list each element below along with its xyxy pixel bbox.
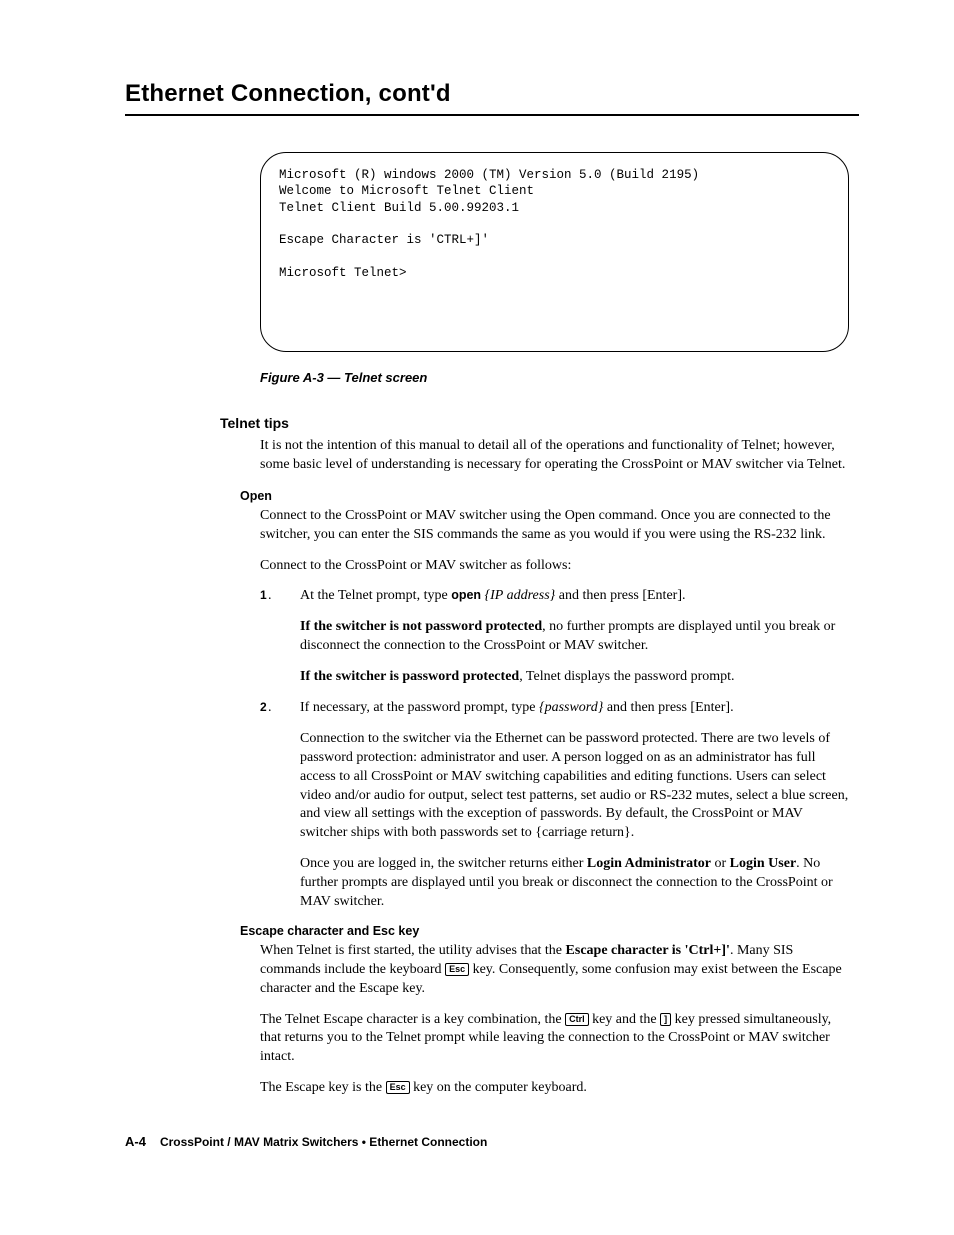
emphasis: If the switcher is not password protecte… — [300, 619, 542, 634]
telnet-line: Microsoft (R) windows 2000 (TM) Version … — [279, 168, 699, 182]
text-run: If necessary, at the password prompt, ty… — [300, 700, 539, 715]
steps-list: At the Telnet prompt, type open {IP addr… — [260, 587, 849, 911]
telnet-line: Escape Character is 'CTRL+]' — [279, 233, 489, 247]
footer-text: CrossPoint / MAV Matrix Switchers • Ethe… — [160, 1135, 487, 1149]
subheading-open: Open — [240, 489, 859, 503]
telnet-screenshot: Microsoft (R) windows 2000 (TM) Version … — [260, 152, 849, 352]
telnet-line: Microsoft Telnet> — [279, 266, 407, 280]
document-page: Ethernet Connection, cont'd Microsoft (R… — [0, 0, 954, 1209]
keycap-bracket-icon: ] — [660, 1013, 671, 1026]
telnet-line: Welcome to Microsoft Telnet Client — [279, 184, 534, 198]
command-arg: {password} — [539, 700, 603, 715]
step-text: Once you are logged in, the switcher ret… — [300, 855, 849, 912]
paragraph: The Telnet Escape character is a key com… — [260, 1011, 849, 1068]
keycap-esc-icon: Esc — [386, 1081, 410, 1094]
emphasis: If the switcher is password protected — [300, 669, 519, 684]
emphasis: Login User — [730, 856, 797, 871]
chapter-title: Ethernet Connection, cont'd — [125, 80, 859, 108]
page-number: A-4 — [125, 1134, 146, 1149]
step-text: If the switcher is password protected, T… — [300, 668, 849, 687]
text-run: The Escape key is the — [260, 1080, 386, 1095]
section-heading-telnet-tips: Telnet tips — [220, 415, 859, 431]
text-run: key and the — [589, 1012, 661, 1027]
chapter-rule — [125, 114, 859, 116]
paragraph: Connect to the CrossPoint or MAV switche… — [260, 507, 849, 545]
paragraph: The Escape key is the Esc key on the com… — [260, 1079, 849, 1098]
text-run: or — [711, 856, 730, 871]
step-text: Connection to the switcher via the Ether… — [300, 730, 849, 843]
step-text: If the switcher is not password protecte… — [300, 618, 849, 656]
text-run: At the Telnet prompt, type — [300, 588, 451, 603]
text-run: When Telnet is first started, the utilit… — [260, 943, 566, 958]
keycap-ctrl-icon: Ctrl — [565, 1013, 589, 1026]
paragraph: It is not the intention of this manual t… — [260, 437, 849, 475]
page-footer: A-4 CrossPoint / MAV Matrix Switchers • E… — [125, 1134, 859, 1149]
step-1: At the Telnet prompt, type open {IP addr… — [260, 587, 849, 687]
text-run: and then press [Enter]. — [603, 700, 733, 715]
text-run: , Telnet displays the password prompt. — [519, 669, 734, 684]
step-text: If necessary, at the password prompt, ty… — [300, 699, 849, 718]
paragraph: When Telnet is first started, the utilit… — [260, 942, 849, 999]
text-run: key on the computer keyboard. — [410, 1080, 587, 1095]
text-run: Once you are logged in, the switcher ret… — [300, 856, 587, 871]
step-text: At the Telnet prompt, type open {IP addr… — [300, 587, 849, 606]
telnet-line: Telnet Client Build 5.00.99203.1 — [279, 201, 519, 215]
emphasis: Escape character is 'Ctrl+]' — [566, 943, 730, 958]
figure-caption: Figure A-3 — Telnet screen — [260, 370, 859, 385]
subheading-escape: Escape character and Esc key — [240, 924, 859, 938]
emphasis: Login Administrator — [587, 856, 711, 871]
telnet-output: Microsoft (R) windows 2000 (TM) Version … — [279, 167, 830, 281]
keycap-esc-icon: Esc — [445, 963, 469, 976]
text-run: The Telnet Escape character is a key com… — [260, 1012, 565, 1027]
text-run: and then press [Enter]. — [555, 588, 685, 603]
paragraph: Connect to the CrossPoint or MAV switche… — [260, 557, 849, 576]
step-2: If necessary, at the password prompt, ty… — [260, 699, 849, 912]
command-open: open — [451, 588, 481, 602]
command-arg: {IP address} — [481, 588, 555, 603]
